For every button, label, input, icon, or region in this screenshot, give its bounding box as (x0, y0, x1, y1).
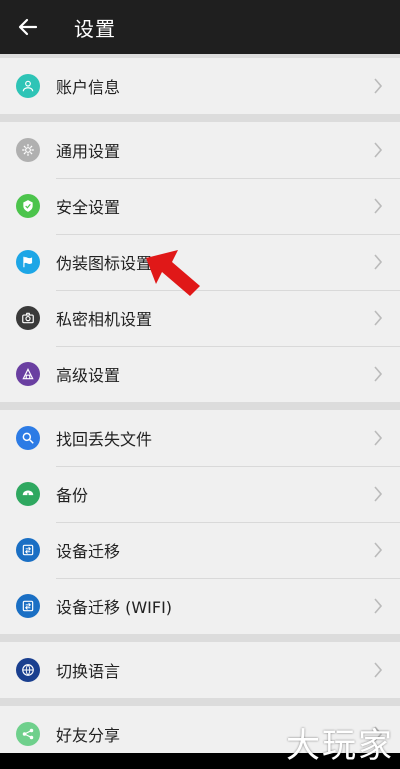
settings-row-label: 备份 (56, 486, 89, 505)
page-title: 设置 (74, 16, 116, 41)
watermark: 大玩家 (286, 726, 394, 766)
settings-group: 账户信息 (0, 58, 400, 114)
backup-icon (16, 482, 40, 506)
settings-row[interactable]: 找回丢失文件 (0, 410, 400, 466)
search-icon (16, 426, 40, 450)
group-divider (0, 114, 400, 122)
settings-row[interactable]: 设备迁移 (WIFI) (0, 578, 400, 634)
settings-group: 切换语言 (0, 642, 400, 698)
settings-row[interactable]: 私密相机设置 (0, 290, 400, 346)
group-divider (0, 698, 400, 706)
settings-row-label: 安全设置 (56, 198, 121, 217)
settings-row-label: 切换语言 (56, 662, 121, 681)
settings-row[interactable]: 高级设置 (0, 346, 400, 402)
settings-row-label: 私密相机设置 (56, 310, 153, 329)
settings-row-label: 伪装图标设置 (56, 254, 153, 273)
chevron-right-icon (364, 234, 392, 290)
chevron-right-icon (364, 122, 392, 178)
group-divider (0, 634, 400, 642)
migrate-icon (16, 594, 40, 618)
chevron-right-icon (364, 466, 392, 522)
group-divider (0, 402, 400, 410)
chevron-right-icon (364, 58, 392, 114)
settings-group: 找回丢失文件 备份设备迁移设备迁移 (WIFI) (0, 410, 400, 634)
settings-row-label: 找回丢失文件 (56, 430, 153, 449)
shield-icon (16, 194, 40, 218)
settings-row[interactable]: 设备迁移 (0, 522, 400, 578)
back-button[interactable] (0, 0, 56, 54)
settings-row-label: 通用设置 (56, 142, 121, 161)
settings-row[interactable]: 通用设置 (0, 122, 400, 178)
settings-screen: 设置 账户信息通用设置安全设置伪装图标设置 私密相机设置 高级设置找回丢失文件 备份设… (0, 0, 400, 769)
chevron-right-icon (364, 290, 392, 346)
settings-row-label: 设备迁移 (56, 542, 121, 561)
globe-icon (16, 658, 40, 682)
settings-row[interactable]: 切换语言 (0, 642, 400, 698)
migrate-icon (16, 538, 40, 562)
chevron-right-icon (364, 178, 392, 234)
advanced-icon (16, 362, 40, 386)
settings-group: 通用设置安全设置伪装图标设置 私密相机设置 高级设置 (0, 122, 400, 402)
chevron-right-icon (364, 642, 392, 698)
chevron-right-icon (364, 346, 392, 402)
gear-icon (16, 138, 40, 162)
settings-row[interactable]: 账户信息 (0, 58, 400, 114)
chevron-right-icon (364, 522, 392, 578)
flag-icon (16, 250, 40, 274)
settings-row-label: 账户信息 (56, 78, 121, 97)
settings-row-label: 高级设置 (56, 366, 121, 385)
chevron-right-icon (364, 410, 392, 466)
share-icon (16, 722, 40, 746)
camera-icon (16, 306, 40, 330)
settings-row[interactable]: 伪装图标设置 (0, 234, 400, 290)
person-icon (16, 74, 40, 98)
chevron-right-icon (364, 578, 392, 634)
settings-row-label: 设备迁移 (WIFI) (56, 598, 173, 617)
settings-row[interactable]: 备份 (0, 466, 400, 522)
settings-list: 账户信息通用设置安全设置伪装图标设置 私密相机设置 高级设置找回丢失文件 备份设备迁移… (0, 58, 400, 762)
arrow-left-icon (18, 18, 38, 36)
settings-row[interactable]: 安全设置 (0, 178, 400, 234)
top-bar: 设置 (0, 0, 400, 54)
